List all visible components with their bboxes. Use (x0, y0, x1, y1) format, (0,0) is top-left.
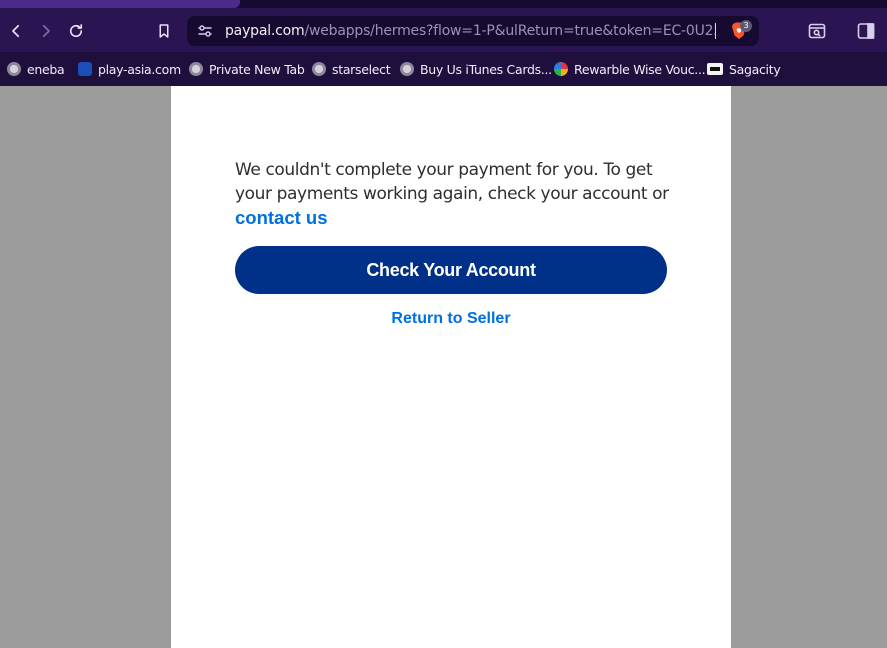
bookmark-label: Rewarble Wise Vouc... (574, 61, 706, 77)
bookmark-label: Sagacity (729, 61, 781, 77)
forward-icon[interactable] (35, 20, 57, 42)
url-text[interactable]: paypal.com/webapps/hermes?flow=1-P&ulRet… (225, 23, 715, 39)
bookmark-private-new-tab[interactable]: Private New Tab (189, 58, 305, 80)
bookmark-icon[interactable] (153, 20, 175, 42)
bookmark-starselect[interactable]: starselect (312, 58, 391, 80)
address-bar[interactable]: paypal.com/webapps/hermes?flow=1-P&ulRet… (187, 16, 759, 46)
return-to-seller-link[interactable]: Return to Seller (235, 310, 667, 328)
bookmark-label: Buy Us iTunes Cards... (420, 61, 552, 77)
url-path: /webapps/hermes?flow=1-P&ulReturn=true&t… (304, 23, 715, 39)
globe-icon (7, 62, 21, 76)
site-settings-icon[interactable] (197, 23, 213, 39)
sagacity-icon (707, 63, 723, 75)
bookmark-rewarble[interactable]: Rewarble Wise Vouc... (554, 58, 706, 80)
globe-icon (312, 62, 326, 76)
bookmark-buy-itunes-cards[interactable]: Buy Us iTunes Cards... (400, 58, 552, 80)
play-asia-icon (78, 62, 92, 76)
bookmark-label: play-asia.com (98, 61, 181, 77)
sidebar-icon[interactable] (856, 21, 876, 41)
bookmark-label: Private New Tab (209, 61, 305, 77)
error-message-text: We couldn't complete your payment for yo… (235, 160, 669, 204)
bookmark-eneba[interactable]: eneba (7, 58, 65, 80)
contact-us-link[interactable]: contact us (235, 207, 328, 228)
tab-strip (0, 0, 887, 8)
browser-toolbar: paypal.com/webapps/hermes?flow=1-P&ulRet… (0, 8, 887, 52)
bookmark-play-asia[interactable]: play-asia.com (78, 58, 181, 80)
search-tabs-icon[interactable] (807, 21, 827, 41)
rewarble-icon (554, 62, 568, 76)
url-separator (715, 23, 716, 39)
active-tab[interactable] (0, 0, 240, 8)
bookmark-label: starselect (332, 61, 391, 77)
shield-count-badge: 3 (740, 20, 752, 32)
reload-icon[interactable] (65, 20, 87, 42)
bookmarks-bar: eneba play-asia.com Private New Tab star… (0, 52, 887, 86)
paypal-page-card: We couldn't complete your payment for yo… (171, 86, 731, 648)
back-icon[interactable] (5, 20, 27, 42)
url-host: paypal.com (225, 23, 305, 39)
check-your-account-button[interactable]: Check Your Account (235, 246, 667, 294)
globe-icon (400, 62, 414, 76)
bookmark-label: eneba (27, 61, 65, 77)
bookmark-sagacity[interactable]: Sagacity (707, 58, 781, 80)
globe-icon (189, 62, 203, 76)
browser-chrome: paypal.com/webapps/hermes?flow=1-P&ulRet… (0, 0, 887, 86)
error-message: We couldn't complete your payment for yo… (235, 158, 669, 231)
